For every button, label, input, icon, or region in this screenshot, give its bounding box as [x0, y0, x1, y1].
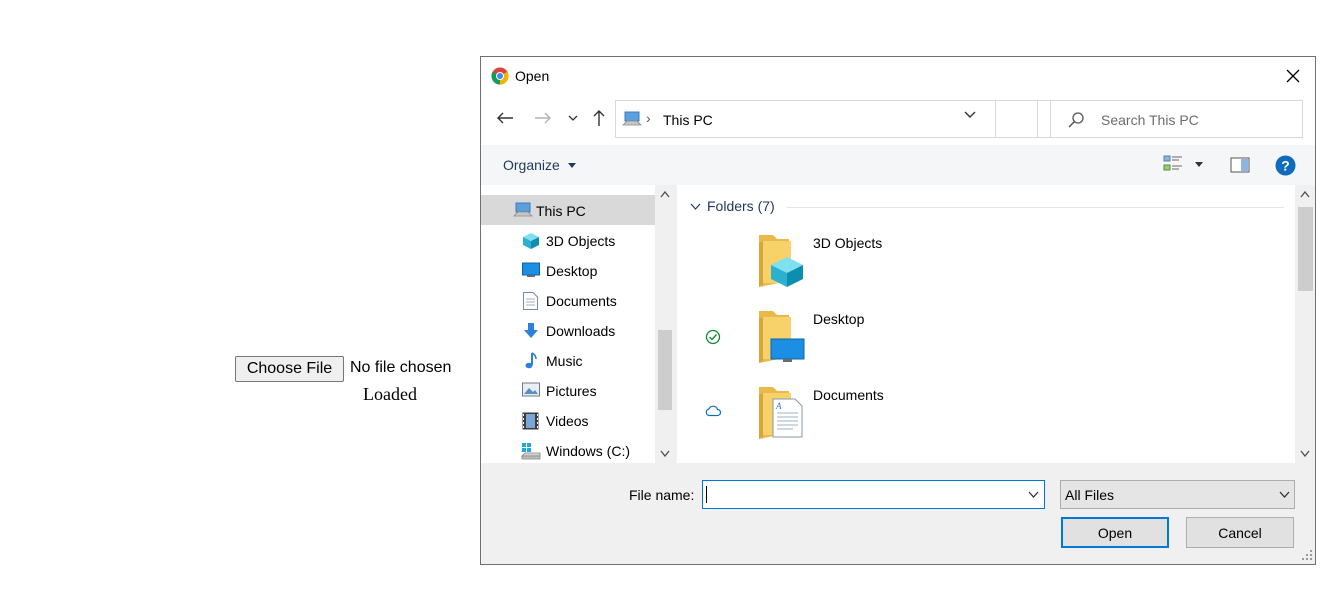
loaded-status-text: Loaded	[363, 384, 417, 404]
open-file-dialog: Open › This PC Search This PC Organize ?…	[480, 56, 1316, 565]
breadcrumb-separator: ›	[646, 110, 651, 126]
open-button[interactable]: Open	[1061, 517, 1169, 548]
svg-text:A: A	[775, 401, 782, 411]
navigation-pane: This PC 3D Objects Desktop Documents Dow…	[481, 185, 675, 463]
dialog-footer: File name: All Files Open Cancel	[481, 463, 1315, 564]
navigation-bar: › This PC Search This PC	[481, 95, 1315, 145]
nav-scrollbar[interactable]	[655, 185, 675, 463]
nav-item-label: 3D Objects	[546, 233, 616, 249]
text-cursor	[706, 486, 707, 503]
forward-button[interactable]	[531, 106, 555, 130]
chrome-icon	[491, 67, 509, 85]
no-file-chosen-text: No file chosen	[350, 359, 452, 376]
drive-icon	[521, 443, 541, 460]
nav-item-label: Pictures	[546, 383, 597, 399]
file-name-label: File name:	[629, 487, 695, 503]
caret-down-icon[interactable]	[568, 163, 576, 168]
up-button[interactable]	[587, 106, 611, 130]
command-toolbar: Organize ?	[481, 145, 1315, 185]
nav-item-desktop[interactable]: Desktop	[481, 255, 655, 285]
folder-desktop-icon	[759, 311, 805, 363]
folder-item-3d-objects[interactable]: 3D Objects	[677, 225, 1277, 295]
pictures-icon	[522, 382, 540, 397]
nav-item-3d-objects[interactable]: 3D Objects	[481, 225, 655, 255]
file-type-value: All Files	[1065, 487, 1115, 503]
folder-item-partial[interactable]	[677, 453, 1277, 463]
search-placeholder: Search This PC	[1101, 112, 1199, 128]
choose-file-button[interactable]: Choose File	[235, 356, 344, 382]
folder-3d-objects-icon	[759, 235, 803, 287]
scroll-up-icon[interactable]	[1300, 191, 1310, 198]
folder-name: 3D Objects	[813, 235, 883, 251]
svg-text:?: ?	[1281, 158, 1290, 174]
nav-item-documents[interactable]: Documents	[481, 285, 655, 315]
back-arrow-icon	[497, 112, 513, 124]
group-collapse-icon[interactable]	[690, 203, 701, 210]
nav-item-this-pc[interactable]: This PC	[481, 195, 655, 225]
forward-arrow-icon	[535, 112, 551, 124]
preview-pane-icon[interactable]	[1230, 157, 1250, 173]
change-view-icon[interactable]	[1163, 155, 1183, 173]
close-button[interactable]	[1279, 63, 1307, 89]
chevron-down-icon	[568, 115, 578, 121]
nav-item-label: Videos	[546, 413, 589, 429]
folders-group-header[interactable]: Folders (7)	[707, 198, 775, 214]
nav-item-label: Desktop	[546, 263, 598, 279]
videos-icon	[522, 412, 539, 430]
address-divider	[995, 101, 996, 137]
cloud-icon	[705, 405, 721, 417]
folder-item-desktop[interactable]: Desktop	[677, 301, 1277, 371]
3d-objects-icon	[523, 233, 539, 249]
organize-menu[interactable]: Organize	[503, 157, 560, 173]
nav-item-windows-c[interactable]: Windows (C:)	[481, 435, 655, 463]
synced-check-icon	[705, 329, 721, 345]
scroll-down-icon[interactable]	[660, 450, 670, 457]
nav-item-label: Documents	[546, 293, 617, 309]
desktop-icon	[522, 262, 540, 277]
nav-item-label: Downloads	[546, 323, 616, 339]
file-list-scrollbar[interactable]	[1295, 185, 1315, 463]
view-options-caret-icon[interactable]	[1195, 162, 1203, 167]
chevron-down-icon[interactable]	[1028, 491, 1039, 498]
search-box[interactable]: Search This PC	[1050, 100, 1303, 138]
this-pc-icon	[622, 111, 642, 126]
file-type-select[interactable]: All Files	[1060, 480, 1295, 509]
nav-item-downloads[interactable]: Downloads	[481, 315, 655, 345]
nav-item-music[interactable]: Music	[481, 345, 655, 375]
scroll-up-icon[interactable]	[660, 191, 670, 198]
nav-item-label: Windows (C:)	[546, 443, 631, 459]
nav-item-label: Music	[546, 353, 583, 369]
file-list-scrollbar-thumb[interactable]	[1298, 207, 1313, 291]
address-dropdown-icon[interactable]	[964, 111, 976, 119]
file-name-input[interactable]	[702, 480, 1045, 509]
resize-grip-icon[interactable]	[1301, 549, 1313, 561]
documents-icon	[523, 292, 538, 310]
search-icon	[1068, 112, 1084, 128]
folder-item-documents[interactable]: A Documents	[677, 377, 1277, 447]
this-pc-icon	[513, 202, 533, 217]
downloads-icon	[524, 323, 538, 338]
group-divider	[787, 207, 1284, 208]
file-list-pane: Folders (7) 3D Objects Desktop A Documen…	[677, 185, 1315, 463]
folder-name: Desktop	[813, 311, 865, 327]
address-bar[interactable]: › This PC	[615, 100, 1038, 138]
recent-locations-button[interactable]	[561, 106, 585, 130]
folder-documents-icon: A	[759, 387, 803, 439]
nav-item-label: This PC	[536, 203, 586, 219]
help-icon[interactable]: ?	[1275, 155, 1296, 176]
folder-name: Documents	[813, 387, 884, 403]
cancel-button[interactable]: Cancel	[1186, 517, 1294, 548]
nav-item-pictures[interactable]: Pictures	[481, 375, 655, 405]
dialog-title-bar: Open	[481, 57, 1315, 95]
nav-scrollbar-thumb[interactable]	[658, 330, 672, 410]
address-location[interactable]: This PC	[663, 112, 713, 128]
up-arrow-icon	[593, 110, 605, 126]
close-icon	[1286, 69, 1300, 83]
back-button[interactable]	[493, 106, 517, 130]
music-icon	[525, 352, 537, 369]
dialog-title: Open	[515, 68, 550, 84]
scroll-down-icon[interactable]	[1300, 450, 1310, 457]
nav-item-videos[interactable]: Videos	[481, 405, 655, 435]
chevron-down-icon	[1279, 491, 1290, 498]
